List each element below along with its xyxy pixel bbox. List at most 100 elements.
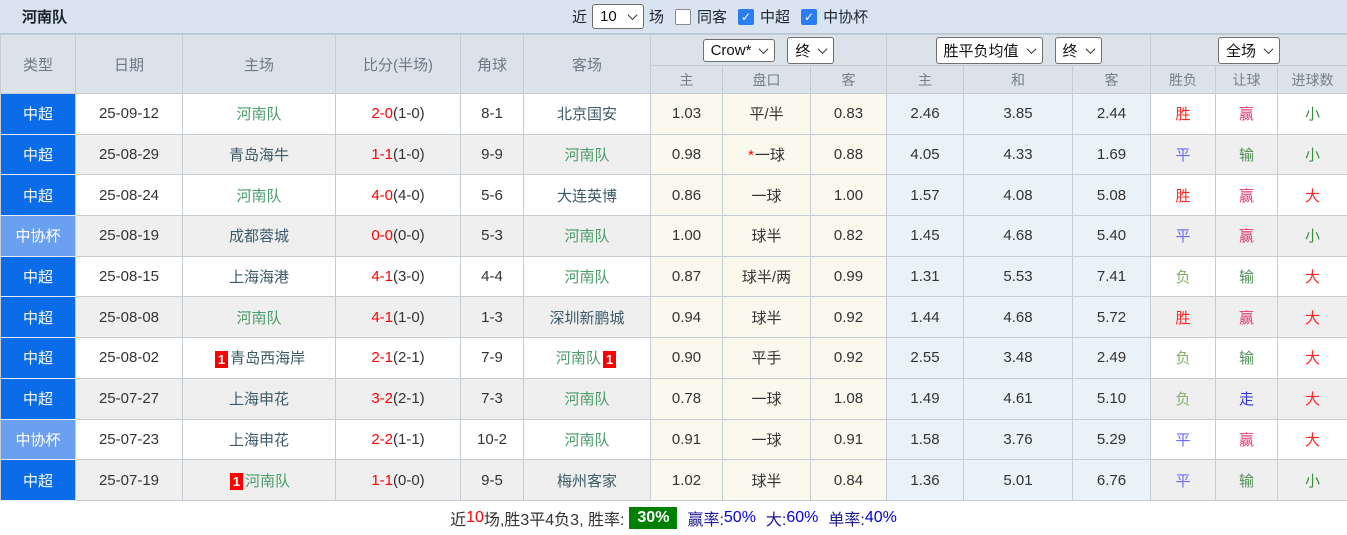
handicap-cell: 球半 [723, 216, 811, 257]
chevron-down-icon [759, 44, 769, 54]
handicap-result-cell: 赢 [1216, 216, 1278, 257]
chevron-down-icon [1085, 44, 1095, 54]
home-team-cell: 1河南队 [183, 460, 336, 501]
team-name: 河南队 [564, 432, 609, 449]
odds-away-cell: 1.08 [811, 378, 887, 419]
team-name: 青岛西海岸 [230, 350, 305, 367]
goals-result-cell: 小 [1278, 216, 1347, 257]
avg-away-cell: 5.29 [1073, 419, 1151, 460]
goals-subheader: 进球数 [1278, 66, 1347, 94]
goals-result-cell: 大 [1278, 256, 1347, 297]
goals-result-cell: 小 [1278, 94, 1347, 135]
team-name: 河南队 [236, 188, 281, 205]
match-date-cell: 25-07-19 [76, 460, 183, 501]
red-card-badge: 1 [215, 351, 228, 368]
avg-home-cell: 1.57 [887, 175, 964, 216]
corner-cell: 10-2 [461, 419, 524, 460]
avg-away-cell: 2.44 [1073, 94, 1151, 135]
team-name: 河南队 [556, 350, 601, 367]
result-cell: 胜 [1151, 94, 1216, 135]
near-label: 近 [572, 6, 587, 27]
super-league-checkbox[interactable] [738, 9, 754, 25]
odds-company-select[interactable]: Crow* [703, 39, 776, 62]
away-team-cell: 北京国安 [524, 94, 651, 135]
handicap-result-cell: 赢 [1216, 175, 1278, 216]
same-venue-checkbox[interactable] [675, 9, 691, 25]
fulltime-score: 2-2 [371, 431, 393, 448]
match-date-cell: 25-08-29 [76, 134, 183, 175]
result-cell: 平 [1151, 216, 1216, 257]
odds-home-cell: 0.98 [651, 134, 723, 175]
chevron-down-icon [818, 44, 828, 54]
avg-type-select[interactable]: 胜平负均值 [936, 37, 1043, 64]
corner-cell: 8-1 [461, 94, 524, 135]
match-row: 中超 25-08-29 青岛海牛 1-1(1-0) 9-9 河南队 0.98 *… [1, 134, 1347, 175]
avg-group-header: 胜平负均值 终 [887, 35, 1151, 66]
fa-cup-checkbox[interactable] [801, 9, 817, 25]
corner-cell: 7-3 [461, 378, 524, 419]
odds-away-cell: 0.91 [811, 419, 887, 460]
away-team-cell: 大连英博 [524, 175, 651, 216]
result-subheader: 胜负 [1151, 66, 1216, 94]
fulltime-score: 4-1 [371, 268, 393, 285]
goals-result-cell: 大 [1278, 419, 1347, 460]
match-row: 中超 25-07-27 上海申花 3-2(2-1) 7-3 河南队 0.78 一… [1, 378, 1347, 419]
team-name: 河南队 [564, 147, 609, 164]
odds-state-select[interactable]: 终 [787, 37, 834, 64]
avg-home-cell: 1.44 [887, 297, 964, 338]
handicap-cell: 球半 [723, 460, 811, 501]
avg-draw-cell: 3.85 [964, 94, 1073, 135]
avg-state-value: 终 [1063, 40, 1078, 61]
match-date-cell: 25-07-27 [76, 378, 183, 419]
avg-home-subheader: 主 [887, 66, 964, 94]
league-type-badge: 中超 [1, 338, 76, 379]
scope-group-header: 全场 [1151, 35, 1347, 66]
home-team-cell: 青岛海牛 [183, 134, 336, 175]
odds-away-cell: 0.99 [811, 256, 887, 297]
handicap-result-cell: 输 [1216, 460, 1278, 501]
odds-home-cell: 0.78 [651, 378, 723, 419]
team-name: 河南队 [564, 391, 609, 408]
home-team-cell: 上海申花 [183, 378, 336, 419]
goals-result-cell: 大 [1278, 297, 1347, 338]
odds-home-cell: 1.03 [651, 94, 723, 135]
match-date-cell: 25-07-23 [76, 419, 183, 460]
avg-home-cell: 1.31 [887, 256, 964, 297]
avg-draw-cell: 4.68 [964, 297, 1073, 338]
league-type-badge: 中超 [1, 460, 76, 501]
team-name: 河南队 [564, 228, 609, 245]
handicap-result-cell: 输 [1216, 338, 1278, 379]
away-team-cell: 河南队 [524, 216, 651, 257]
goals-result-cell: 小 [1278, 460, 1347, 501]
match-row: 中超 25-07-19 1河南队 1-1(0-0) 9-5 梅州客家 1.02 … [1, 460, 1347, 501]
handicap-cell: 一球 [723, 378, 811, 419]
big-rate-label: 大: [766, 506, 786, 530]
chevron-down-icon [1264, 44, 1274, 54]
avg-type-value: 胜平负均值 [944, 40, 1019, 61]
avg-draw-cell: 3.76 [964, 419, 1073, 460]
odds-home-cell: 0.87 [651, 256, 723, 297]
corner-cell: 5-6 [461, 175, 524, 216]
fulltime-score: 3-2 [371, 390, 393, 407]
avg-away-cell: 7.41 [1073, 256, 1151, 297]
avg-draw-cell: 5.53 [964, 256, 1073, 297]
fulltime-score: 4-0 [371, 187, 393, 204]
avg-home-cell: 1.58 [887, 419, 964, 460]
handicap-change-star: * [748, 147, 754, 164]
col-away-header: 客场 [524, 35, 651, 94]
filter-controls: 近 10 场 同客 中超 中协杯 [572, 0, 868, 33]
league-type-badge: 中协杯 [1, 419, 76, 460]
handicap-result-cell: 输 [1216, 256, 1278, 297]
avg-state-select[interactable]: 终 [1055, 37, 1102, 64]
scope-select[interactable]: 全场 [1218, 37, 1280, 64]
odds-handicap-subheader: 盘口 [723, 66, 811, 94]
home-team-cell: 上海海港 [183, 256, 336, 297]
summary-count: 10 [466, 509, 484, 527]
odds-away-cell: 0.88 [811, 134, 887, 175]
match-count-select[interactable]: 10 [592, 4, 644, 29]
home-team-cell: 河南队 [183, 297, 336, 338]
halftime-score: (3-0) [393, 268, 425, 285]
league-type-badge: 中超 [1, 94, 76, 135]
halftime-score: (0-0) [393, 227, 425, 244]
chevron-down-icon [628, 10, 638, 20]
